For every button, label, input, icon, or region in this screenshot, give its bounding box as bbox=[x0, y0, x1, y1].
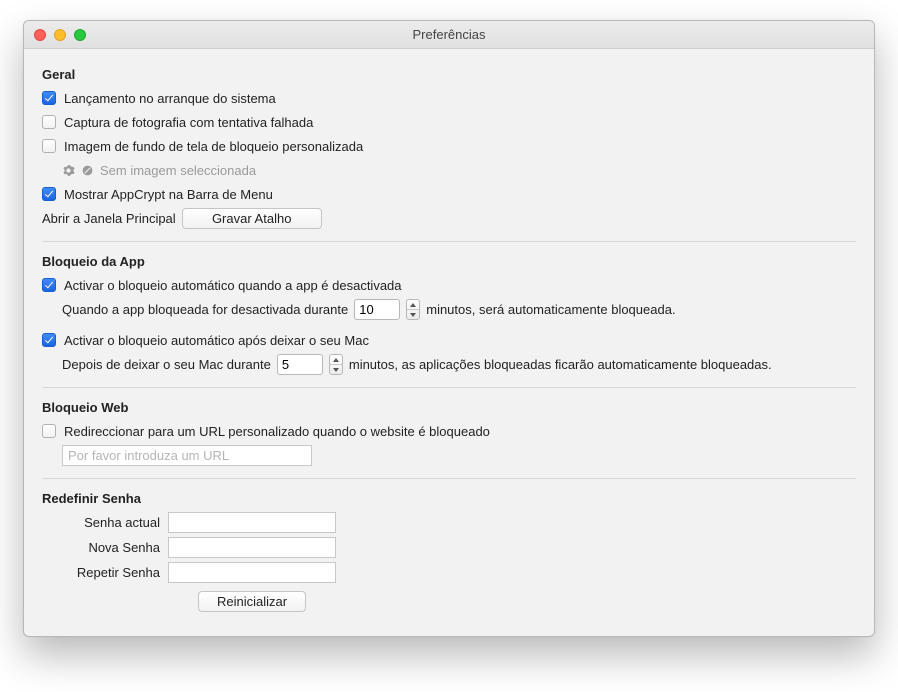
gear-icon bbox=[62, 164, 75, 177]
close-icon[interactable] bbox=[34, 29, 46, 41]
deactivate-stepper[interactable] bbox=[406, 299, 420, 320]
auto-lock-leave-after: minutos, as aplicações bloqueadas ficarã… bbox=[349, 357, 772, 372]
custom-lock-image-checkbox[interactable] bbox=[42, 139, 56, 153]
current-password-label: Senha actual bbox=[42, 515, 168, 530]
row-lock-image-tools: Sem imagem seleccionada bbox=[42, 160, 856, 180]
lock-image-tools bbox=[62, 164, 94, 177]
cancel-icon bbox=[81, 164, 94, 177]
capture-label: Captura de fotografia com tentativa falh… bbox=[64, 115, 313, 130]
new-password-input[interactable] bbox=[168, 537, 336, 558]
auto-lock-deactivate-checkbox[interactable] bbox=[42, 278, 56, 292]
titlebar: Preferências bbox=[24, 21, 874, 49]
row-redirect-url: Redireccionar para um URL personalizado … bbox=[42, 421, 856, 441]
new-password-label: Nova Senha bbox=[42, 540, 168, 555]
row-repeat-password: Repetir Senha bbox=[42, 562, 856, 583]
row-auto-lock-deactivate-desc: Quando a app bloqueada for desactivada d… bbox=[42, 299, 856, 320]
row-open-main-window: Abrir a Janela Principal Gravar Atalho bbox=[42, 208, 856, 229]
row-new-password: Nova Senha bbox=[42, 537, 856, 558]
open-main-window-label: Abrir a Janela Principal bbox=[42, 211, 176, 226]
section-title-weblock: Bloqueio Web bbox=[42, 400, 856, 415]
row-redirect-url-field bbox=[42, 445, 856, 466]
minimize-icon[interactable] bbox=[54, 29, 66, 41]
auto-lock-leave-checkbox[interactable] bbox=[42, 333, 56, 347]
traffic-lights bbox=[34, 29, 86, 41]
section-title-password: Redefinir Senha bbox=[42, 491, 856, 506]
repeat-password-input[interactable] bbox=[168, 562, 336, 583]
redirect-url-label: Redireccionar para um URL personalizado … bbox=[64, 424, 490, 439]
capture-checkbox[interactable] bbox=[42, 115, 56, 129]
no-image-label: Sem imagem seleccionada bbox=[100, 163, 256, 178]
separator bbox=[42, 387, 856, 388]
launch-label: Lançamento no arranque do sistema bbox=[64, 91, 276, 106]
chevron-down-icon[interactable] bbox=[330, 365, 342, 374]
window-title: Preferências bbox=[24, 27, 874, 42]
row-current-password: Senha actual bbox=[42, 512, 856, 533]
custom-lock-image-label: Imagem de fundo de tela de bloqueio pers… bbox=[64, 139, 363, 154]
show-menubar-label: Mostrar AppCrypt na Barra de Menu bbox=[64, 187, 273, 202]
current-password-input[interactable] bbox=[168, 512, 336, 533]
auto-lock-leave-before: Depois de deixar o seu Mac durante bbox=[62, 357, 271, 372]
chevron-down-icon[interactable] bbox=[407, 310, 419, 319]
auto-lock-deactivate-after: minutos, será automaticamente bloqueada. bbox=[426, 302, 675, 317]
zoom-icon[interactable] bbox=[74, 29, 86, 41]
row-custom-lock-image: Imagem de fundo de tela de bloqueio pers… bbox=[42, 136, 856, 156]
separator bbox=[42, 478, 856, 479]
deactivate-minutes-input[interactable] bbox=[354, 299, 400, 320]
row-auto-lock-leave: Activar o bloqueio automático após deixa… bbox=[42, 330, 856, 350]
section-title-applock: Bloqueio da App bbox=[42, 254, 856, 269]
row-launch-at-startup: Lançamento no arranque do sistema bbox=[42, 88, 856, 108]
separator bbox=[42, 241, 856, 242]
repeat-password-label: Repetir Senha bbox=[42, 565, 168, 580]
content: Geral Lançamento no arranque do sistema … bbox=[24, 49, 874, 636]
redirect-url-input[interactable] bbox=[62, 445, 312, 466]
row-auto-lock-leave-desc: Depois de deixar o seu Mac durante minut… bbox=[42, 354, 856, 375]
reset-button[interactable]: Reinicializar bbox=[198, 591, 306, 612]
preferences-window: Preferências Geral Lançamento no arranqu… bbox=[23, 20, 875, 637]
show-menubar-checkbox[interactable] bbox=[42, 187, 56, 201]
redirect-url-checkbox[interactable] bbox=[42, 424, 56, 438]
section-title-general: Geral bbox=[42, 67, 856, 82]
auto-lock-leave-label: Activar o bloqueio automático após deixa… bbox=[64, 333, 369, 348]
row-show-menubar: Mostrar AppCrypt na Barra de Menu bbox=[42, 184, 856, 204]
row-reset-button: Reinicializar bbox=[42, 591, 856, 612]
chevron-up-icon[interactable] bbox=[407, 300, 419, 310]
launch-checkbox[interactable] bbox=[42, 91, 56, 105]
auto-lock-deactivate-before: Quando a app bloqueada for desactivada d… bbox=[62, 302, 348, 317]
chevron-up-icon[interactable] bbox=[330, 355, 342, 365]
leave-minutes-input[interactable] bbox=[277, 354, 323, 375]
auto-lock-deactivate-label: Activar o bloqueio automático quando a a… bbox=[64, 278, 402, 293]
row-capture-photo: Captura de fotografia com tentativa falh… bbox=[42, 112, 856, 132]
leave-stepper[interactable] bbox=[329, 354, 343, 375]
record-shortcut-button[interactable]: Gravar Atalho bbox=[182, 208, 322, 229]
row-auto-lock-deactivate: Activar o bloqueio automático quando a a… bbox=[42, 275, 856, 295]
